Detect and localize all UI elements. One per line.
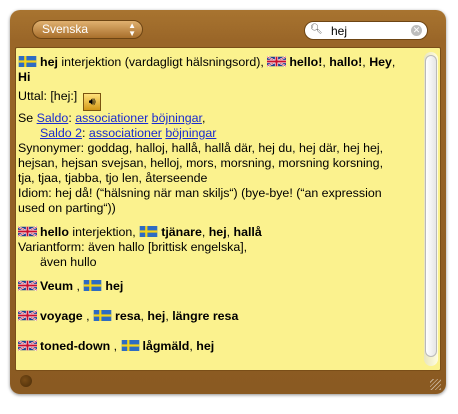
headword: toned-down [40, 339, 111, 353]
resize-grip-icon[interactable] [430, 379, 441, 390]
inflections-link[interactable]: böjningar [152, 111, 202, 125]
translation: Hi [18, 70, 31, 84]
scrollbar-thumb[interactable] [425, 55, 437, 357]
entry-veum: Veum , hej [18, 279, 422, 294]
idiom-line: Idiom: hej då! (“hälsning när man skiljs… [18, 186, 382, 200]
updown-arrows-icon: ▲ ▼ [128, 21, 136, 38]
translation: hej [208, 225, 227, 239]
search-input[interactable]: hej [331, 24, 347, 38]
synonyms-line: hejsan, hejsan svejsan, helloj, mors, mo… [18, 156, 384, 170]
swedish-flag-icon [83, 280, 102, 291]
idiom-line: used on parting“)) [18, 201, 116, 215]
british-flag-icon [18, 226, 37, 237]
magnifier-icon[interactable]: 🔍︎ [310, 24, 323, 36]
british-flag-icon [18, 340, 37, 351]
swedish-flag-icon [121, 340, 140, 351]
variant-line: även hullo [40, 255, 97, 269]
saldo2-link[interactable]: Saldo 2 [40, 126, 82, 140]
swedish-flag-icon [18, 56, 37, 67]
saldo-link[interactable]: Saldo [37, 111, 69, 125]
pronunciation: Uttal: [hej:] [18, 89, 78, 103]
entry-toned-down: toned-down , lågmäld, hej [18, 339, 422, 354]
synonyms-line: tja, tjaa, tjabba, tjo len, återseende [18, 171, 208, 185]
widget-footer [10, 371, 446, 394]
translation: Hey [369, 55, 392, 69]
translation: resa [115, 309, 141, 323]
translation: längre resa [172, 309, 239, 323]
vertical-scrollbar[interactable] [424, 52, 438, 366]
language-select-value: Svenska [42, 22, 89, 36]
language-select[interactable]: Svenska ▲ ▼ [32, 20, 143, 39]
see-label: Se [18, 111, 34, 125]
dictionary-widget: Svenska ▲ ▼ 🔍︎ hej ✕ hej interjektion (va… [10, 10, 446, 394]
swedish-flag-icon [139, 226, 158, 237]
headword: voyage [40, 309, 83, 323]
info-button-icon[interactable] [20, 375, 32, 387]
british-flag-icon [267, 56, 286, 67]
part-of-speech: interjektion, [72, 225, 136, 239]
variant-line: Variantform: även hallo [brittisk engels… [18, 240, 248, 254]
definition-content: hej interjektion (vardagligt hälsningsor… [18, 55, 422, 354]
translation: hej [196, 339, 215, 353]
translation: lågmäld [142, 339, 190, 353]
translation: hallå [233, 225, 262, 239]
gloss: (vardagligt hälsningsord), [124, 55, 264, 69]
synonyms-line: Synonymer: goddag, halloj, hallå, hallå … [18, 141, 384, 155]
inflections-link-2[interactable]: böjningar [165, 126, 216, 140]
associations-link[interactable]: associationer [75, 111, 148, 125]
entry-hej: hej interjektion (vardagligt hälsningsor… [18, 55, 422, 216]
clear-icon[interactable]: ✕ [411, 25, 422, 36]
entry-voyage: voyage , resa, hej, längre resa [18, 309, 422, 324]
translation: hello! [289, 55, 323, 69]
british-flag-icon [18, 310, 37, 321]
search-field[interactable]: 🔍︎ hej ✕ [304, 21, 428, 40]
translation: hej [147, 309, 166, 323]
translation: hej [105, 279, 124, 293]
part-of-speech: interjektion [61, 55, 122, 69]
swedish-flag-icon [93, 310, 112, 321]
entry-hello: hello interjektion, tjänare, hej, hallå … [18, 225, 422, 270]
speaker-icon[interactable]: 🔊︎ [83, 93, 102, 111]
headword: hej [40, 55, 58, 69]
headword: hello [40, 225, 69, 239]
headword: Veum [40, 279, 74, 293]
translation: hallo! [329, 55, 363, 69]
translation: tjänare [161, 225, 202, 239]
associations-link-2[interactable]: associationer [89, 126, 162, 140]
british-flag-icon [18, 280, 37, 291]
definition-panel: hej interjektion (vardagligt hälsningsor… [15, 47, 441, 371]
